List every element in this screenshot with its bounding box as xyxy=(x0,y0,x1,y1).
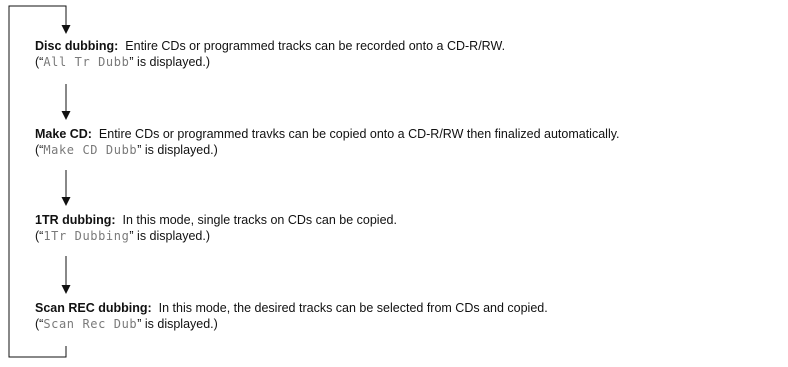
arrowhead-3 xyxy=(61,197,71,206)
step-description: In this mode, the desired tracks can be … xyxy=(158,301,548,315)
step-term: Scan REC dubbing: xyxy=(35,301,152,315)
close-paren: ” is displayed.) xyxy=(129,55,210,69)
step-display-note: (“1Tr Dubbing” is displayed.) xyxy=(35,228,785,244)
lcd-display-text: 1Tr Dubbing xyxy=(43,229,130,243)
close-paren: ” is displayed.) xyxy=(137,317,218,331)
step-heading: Scan REC dubbing: In this mode, the desi… xyxy=(35,300,785,316)
loop-top-connector xyxy=(8,5,67,28)
step-scan-rec-dubbing: Scan REC dubbing: In this mode, the desi… xyxy=(35,300,785,332)
arrowhead-1 xyxy=(61,25,71,34)
step-term: Make CD: xyxy=(35,127,92,141)
step-description: Entire CDs or programmed tracks can be r… xyxy=(125,39,506,53)
close-paren: ” is displayed.) xyxy=(137,143,218,157)
step-1tr-dubbing: 1TR dubbing: In this mode, single tracks… xyxy=(35,212,785,244)
step-description: Entire CDs or programmed travks can be c… xyxy=(98,127,620,141)
step-disc-dubbing: Disc dubbing: Entire CDs or programmed t… xyxy=(35,38,785,70)
step-term: 1TR dubbing: xyxy=(35,213,116,227)
step-heading: 1TR dubbing: In this mode, single tracks… xyxy=(35,212,785,228)
step-display-note: (“All Tr Dubb” is displayed.) xyxy=(35,54,785,70)
lcd-display-text: Scan Rec Dub xyxy=(43,317,138,331)
step-heading: Make CD: Entire CDs or programmed travks… xyxy=(35,126,785,142)
lcd-display-text: Make CD Dubb xyxy=(43,143,138,157)
step-display-note: (“Make CD Dubb” is displayed.) xyxy=(35,142,785,158)
lcd-display-text: All Tr Dubb xyxy=(43,55,130,69)
close-paren: ” is displayed.) xyxy=(129,229,210,243)
arrowhead-2 xyxy=(61,111,71,120)
step-heading: Disc dubbing: Entire CDs or programmed t… xyxy=(35,38,785,54)
step-term: Disc dubbing: xyxy=(35,39,119,53)
step-make-cd: Make CD: Entire CDs or programmed travks… xyxy=(35,126,785,158)
arrowhead-4 xyxy=(61,285,71,294)
step-description: In this mode, single tracks on CDs can b… xyxy=(122,213,397,227)
step-display-note: (“Scan Rec Dub” is displayed.) xyxy=(35,316,785,332)
